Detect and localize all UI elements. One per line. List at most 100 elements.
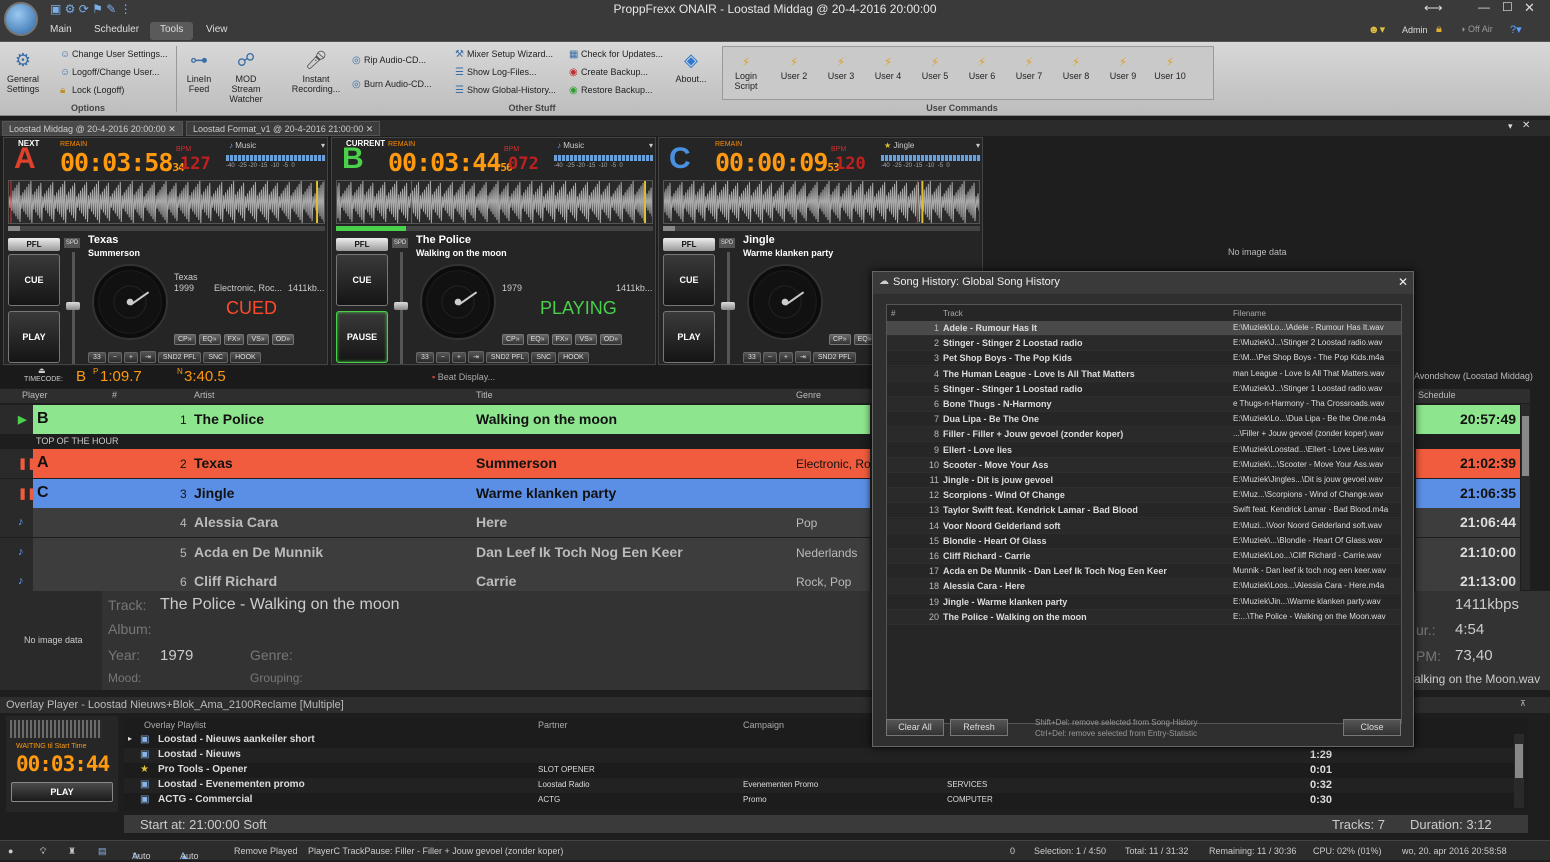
check-updates-item[interactable]: ▦ Check for Updates... <box>569 49 663 60</box>
history-row[interactable]: 6 Bone Thugs - N-Harmony e Thugs-n-Harmo… <box>887 397 1401 412</box>
show-global-history-item[interactable]: ☰ Show Global-History... <box>455 85 556 96</box>
col-num[interactable]: # <box>112 390 117 400</box>
history-row[interactable]: 15 Blondie - Heart Of Glass E:\Muziek\..… <box>887 533 1401 549</box>
pitch-slider[interactable] <box>64 252 86 364</box>
fx-button[interactable]: CP» <box>829 334 851 345</box>
play-button[interactable]: PLAY <box>663 311 715 363</box>
deck-option-button[interactable]: SND2 PFL <box>485 352 530 363</box>
refresh-button[interactable]: Refresh <box>950 719 1008 736</box>
scroll-thumb[interactable] <box>8 226 20 231</box>
pfl-button[interactable]: PFL <box>663 238 715 251</box>
loop-count[interactable]: 33 <box>88 352 106 363</box>
playlist-scrollbar[interactable] <box>1521 404 1530 590</box>
expand-icon[interactable]: ▸ <box>128 734 132 743</box>
waveform-scrollbar[interactable] <box>8 226 325 231</box>
bulb-icon[interactable]: 💡︎ <box>40 846 46 857</box>
history-row[interactable]: 20 The Police - Walking on the moon E:..… <box>887 609 1401 625</box>
minus-button[interactable]: − <box>435 352 450 363</box>
skip-icon[interactable]: ⇥ <box>139 351 156 363</box>
sh-col-track[interactable]: Track <box>943 309 963 318</box>
cue-button[interactable]: CUE <box>8 254 60 306</box>
app-orb-button[interactable] <box>4 2 38 36</box>
deck-type-select[interactable]: ★ Jingle ▾ <box>884 141 980 155</box>
col-artist[interactable]: Artist <box>194 390 215 400</box>
history-close-button[interactable]: Close <box>1343 719 1401 736</box>
plus-button[interactable]: + <box>451 352 466 363</box>
deck-type-select[interactable]: ♪ Music ▾ <box>229 141 325 155</box>
scroll-thumb[interactable] <box>336 226 406 231</box>
fx-button[interactable]: EQ» <box>526 334 549 345</box>
col-schedule[interactable]: Schedule <box>1418 390 1456 400</box>
history-row[interactable]: 11 Jingle - Dit is jouw gevoel E:\Muziek… <box>887 473 1401 488</box>
tab-close-icon[interactable]: ✕ <box>366 124 374 134</box>
create-backup-item[interactable]: ◉ Create Backup... <box>569 67 648 78</box>
cue-button[interactable]: CUE <box>663 254 715 306</box>
play-button[interactable]: PLAY <box>8 311 60 363</box>
doc-tab-active[interactable]: Loostad Middag @ 20-4-2016 20:00:00 ✕ <box>2 121 183 136</box>
minus-button[interactable]: − <box>107 352 122 363</box>
mixer-setup-wizard-item[interactable]: ⚒ Mixer Setup Wizard... <box>455 49 553 60</box>
deck-type-select[interactable]: ♪ Music ▾ <box>557 141 653 155</box>
logoff-change-user-item[interactable]: ☺ Logoff/Change User... <box>60 67 159 78</box>
show-log-files-item[interactable]: ☰ Show Log-Files... <box>455 67 537 78</box>
ov-col-campaign[interactable]: Campaign <box>743 720 784 730</box>
tab-menu-icon[interactable]: ▾ <box>1508 121 1513 132</box>
user-9-button[interactable]: ⚡︎ User 9 <box>1100 55 1146 81</box>
history-close-icon[interactable]: ✕ <box>1398 275 1408 289</box>
history-row[interactable]: 8 Filler - Filler + Jouw gevoel (zonder … <box>887 427 1401 443</box>
instant-recording-button[interactable]: 🎤︎ Instant Recording... <box>288 48 344 94</box>
user-8-button[interactable]: ⚡︎ User 8 <box>1053 55 1099 81</box>
user-3-button[interactable]: ⚡︎ User 3 <box>818 55 864 81</box>
fx-button[interactable]: VS» <box>575 334 597 345</box>
history-row[interactable]: 12 Scorpions - Wind Of Change E:\Muz...\… <box>887 488 1401 504</box>
history-row[interactable]: 7 Dua Lipa - Be The One E:\Muziek\Lo...\… <box>887 412 1401 428</box>
pitch-knob[interactable] <box>721 302 735 310</box>
sh-col-filename[interactable]: Filename <box>1233 309 1266 318</box>
history-row[interactable]: 13 Taylor Swift feat. Kendrick Lamar - B… <box>887 503 1401 519</box>
overlay-row[interactable]: ★ Pro Tools - Opener SLOT OPENER 0:01 <box>124 763 1514 778</box>
remove-played-button[interactable]: Remove Played <box>234 846 298 856</box>
sh-col-num[interactable]: # <box>891 309 895 318</box>
overlay-scrollbar[interactable] <box>1514 734 1524 808</box>
speed-button[interactable]: SPD <box>64 238 80 248</box>
pitch-slider[interactable] <box>392 252 414 364</box>
waveform-scrollbar[interactable] <box>336 226 653 231</box>
login-script-button[interactable]: ⚡︎ Login Script <box>723 55 769 91</box>
lock-icon[interactable]: 🔒︎ <box>1436 23 1442 36</box>
scroll-thumb[interactable] <box>1515 744 1523 778</box>
change-user-settings-item[interactable]: ☺ Change User Settings... <box>60 49 168 60</box>
pitch-knob[interactable] <box>66 302 80 310</box>
speed-button[interactable]: SPD <box>392 238 408 248</box>
fx-button[interactable]: OD» <box>599 334 623 345</box>
overlay-pin-icon[interactable]: ⊼ <box>1520 699 1526 708</box>
deck-option-button[interactable]: SND2 PFL <box>812 352 857 363</box>
mod-stream-watcher-button[interactable]: ☍ MOD Stream Watcher <box>220 48 272 104</box>
eject-icon[interactable]: ⏏ <box>38 366 46 375</box>
history-row[interactable]: 2 Stinger - Stinger 2 Loostad radio E:\M… <box>887 336 1401 352</box>
clear-all-button[interactable]: Clear All <box>886 719 944 736</box>
tab-close-icon[interactable]: ✕ <box>168 124 176 134</box>
lock-logoff-item[interactable]: 🔒︎ Lock (Logoff) <box>60 85 124 96</box>
deck-option-button[interactable]: SNC <box>531 352 557 363</box>
deck-waveform[interactable] <box>8 180 325 224</box>
history-row[interactable]: 10 Scooter - Move Your Ass E:\Muziek\...… <box>887 457 1401 473</box>
fx-button[interactable]: OD» <box>271 334 295 345</box>
history-row[interactable]: 19 Jingle - Warme klanken party E:\Muzie… <box>887 594 1401 610</box>
deck-option-button[interactable]: HOOK <box>230 352 261 363</box>
overlay-row[interactable]: ▣ Loostad - Evenementen promo Loostad Ra… <box>124 778 1514 793</box>
skip-icon[interactable]: ⇥ <box>794 351 811 363</box>
user-2-button[interactable]: ⚡︎ User 2 <box>771 55 817 81</box>
overlay-row[interactable]: ▣ ACTG - Commercial ACTG Promo COMPUTER … <box>124 793 1514 808</box>
col-player[interactable]: Player <box>22 390 48 400</box>
overlay-play-button[interactable]: PLAY <box>11 782 113 802</box>
pause-button[interactable]: PAUSE <box>336 311 388 363</box>
close-icon[interactable]: ✕ <box>1524 0 1535 16</box>
tab-view[interactable]: View <box>196 22 238 40</box>
remote-icon[interactable]: ♜ <box>68 846 76 857</box>
loop-count[interactable]: 33 <box>743 352 761 363</box>
cue-button[interactable]: CUE <box>336 254 388 306</box>
fx-button[interactable]: CP» <box>502 334 524 345</box>
user-10-button[interactable]: ⚡︎ User 10 <box>1147 55 1193 81</box>
ov-col-playlist[interactable]: Overlay Playlist <box>144 720 206 730</box>
list-icon[interactable]: ▤ <box>98 846 107 857</box>
